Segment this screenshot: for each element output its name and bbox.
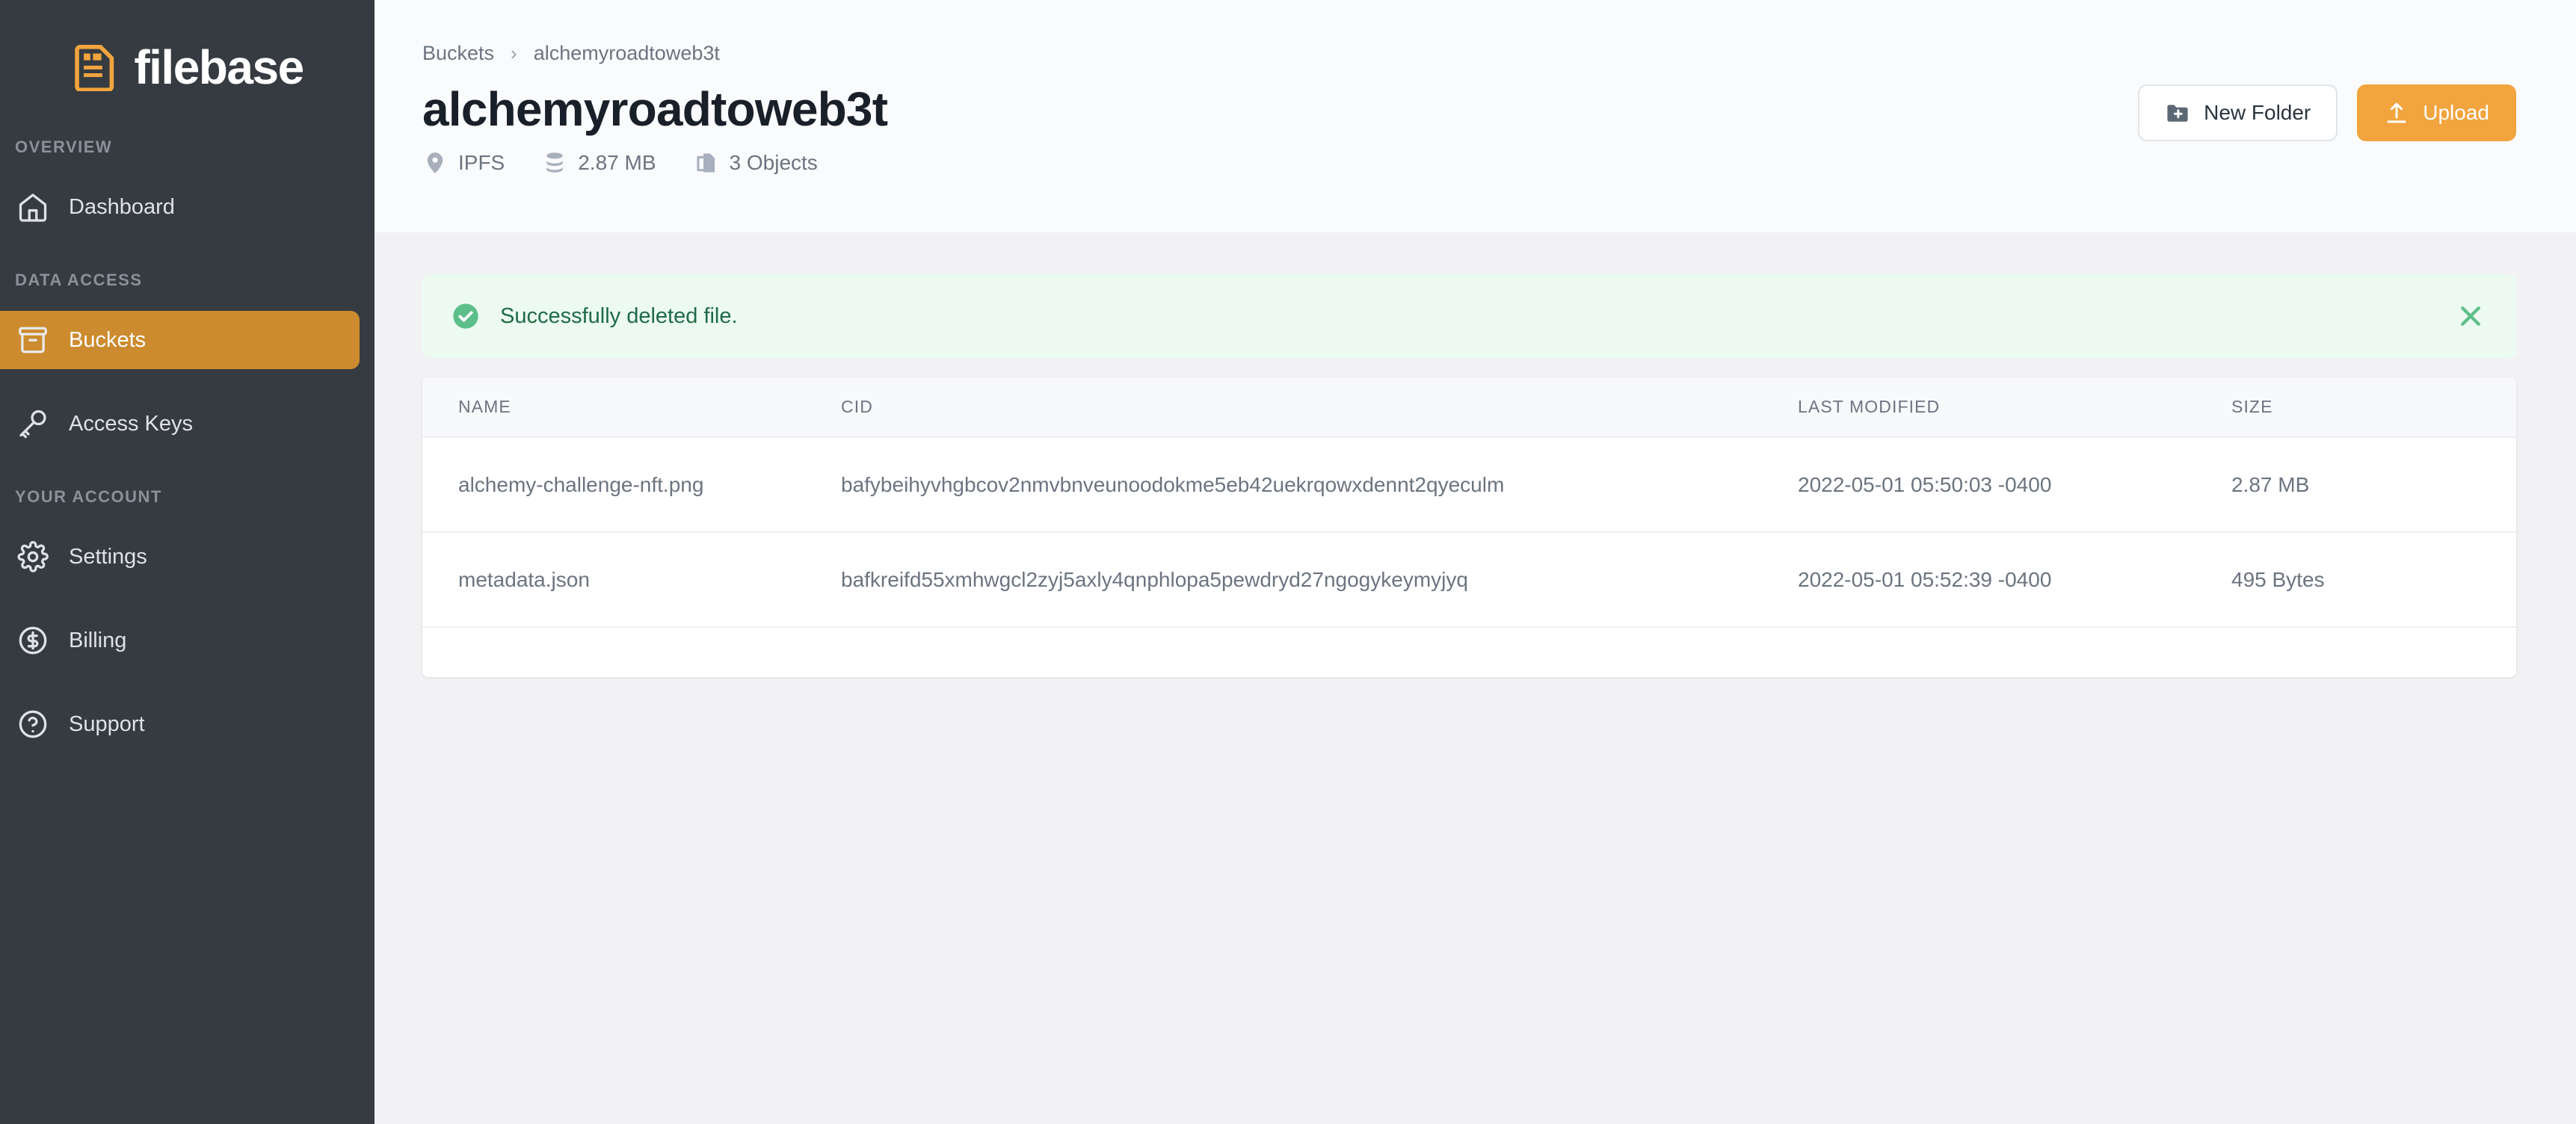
- breadcrumb-item-buckets[interactable]: Buckets: [422, 42, 494, 65]
- folder-plus-icon: [2165, 100, 2190, 126]
- home-icon: [16, 191, 49, 223]
- sidebar-item-settings[interactable]: Settings: [0, 528, 360, 586]
- brand-name: filebase: [134, 40, 304, 94]
- content-area: Successfully deleted file. NAME CID LAST…: [375, 232, 2576, 1124]
- table-footer: [422, 628, 2516, 677]
- new-folder-button[interactable]: New Folder: [2138, 84, 2338, 141]
- location-pin-icon: [422, 150, 448, 176]
- check-circle-icon: [451, 301, 481, 331]
- copy-documents-icon: [694, 150, 719, 176]
- new-folder-label: New Folder: [2204, 101, 2311, 124]
- dollar-circle-icon: [16, 624, 49, 657]
- bucket-network: IPFS: [422, 150, 505, 176]
- sidebar-item-support[interactable]: Support: [0, 695, 360, 753]
- column-header-name[interactable]: NAME: [422, 377, 841, 438]
- success-alert-message: Successfully deleted file.: [500, 303, 738, 328]
- sidebar-item-dashboard[interactable]: Dashboard: [0, 178, 360, 236]
- header-actions: New Folder Upload: [2138, 84, 2516, 141]
- sidebar-item-billing[interactable]: Billing: [0, 611, 360, 670]
- database-icon: [542, 150, 567, 176]
- breadcrumb: Buckets › alchemyroadtoweb3t: [422, 42, 2516, 65]
- upload-label: Upload: [2423, 101, 2489, 124]
- bucket-size: 2.87 MB: [542, 150, 656, 176]
- column-header-cid[interactable]: CID: [841, 377, 1798, 438]
- table-row[interactable]: alchemy-challenge-nft.png bafybeihyvhgbc…: [422, 437, 2516, 533]
- table-header-row: NAME CID LAST MODIFIED SIZE: [422, 377, 2516, 438]
- sidebar-section-data-access: DATA ACCESS: [15, 271, 143, 289]
- column-header-actions: [2486, 377, 2516, 438]
- bucket-size-label: 2.87 MB: [578, 151, 656, 174]
- sidebar-item-label: Dashboard: [69, 194, 175, 219]
- sidebar-section-your-account: YOUR ACCOUNT: [15, 487, 162, 506]
- sidebar-item-buckets[interactable]: Buckets: [0, 311, 360, 369]
- brand-logo[interactable]: filebase: [0, 31, 375, 94]
- cell-size: 2.87 MB: [2231, 437, 2486, 533]
- table-row[interactable]: metadata.json bafkreifd55xmhwgcl2zyj5axl…: [422, 532, 2516, 628]
- main-content: Buckets › alchemyroadtoweb3t alchemyroad…: [375, 0, 2576, 1124]
- close-icon[interactable]: [2453, 299, 2488, 333]
- page-header: Buckets › alchemyroadtoweb3t alchemyroad…: [375, 0, 2576, 232]
- cell-last-modified: 2022-05-01 05:50:03 -0400: [1798, 437, 2231, 533]
- cell-row-actions[interactable]: [2486, 532, 2516, 628]
- success-alert: Successfully deleted file.: [422, 274, 2516, 358]
- objects-table-card: NAME CID LAST MODIFIED SIZE alchemy-chal…: [422, 377, 2516, 677]
- sidebar-item-label: Support: [69, 711, 145, 736]
- breadcrumb-item-current: alchemyroadtoweb3t: [533, 42, 720, 64]
- cell-cid[interactable]: bafkreifd55xmhwgcl2zyj5axly4qnphlopa5pew…: [841, 532, 1798, 628]
- cell-file-name[interactable]: metadata.json: [422, 532, 841, 628]
- bucket-meta: IPFS 2.87 MB 3 Objects: [422, 150, 2516, 176]
- chevron-right-icon: ›: [511, 42, 517, 64]
- cell-size: 495 Bytes: [2231, 532, 2486, 628]
- gear-icon: [16, 540, 49, 573]
- sidebar-item-label: Billing: [69, 628, 127, 652]
- app-root: filebase OVERVIEW Dashboard DATA ACCESS: [0, 0, 2576, 1124]
- sidebar: filebase OVERVIEW Dashboard DATA ACCESS: [0, 0, 375, 1124]
- sidebar-item-label: Buckets: [69, 327, 147, 352]
- question-circle-icon: [16, 708, 49, 741]
- cell-cid[interactable]: bafybeihyvhgbcov2nmvbnveunoodokme5eb42ue…: [841, 437, 1798, 533]
- bucket-object-count-label: 3 Objects: [729, 151, 818, 174]
- cell-file-name[interactable]: alchemy-challenge-nft.png: [422, 437, 841, 533]
- table-header: NAME CID LAST MODIFIED SIZE: [422, 377, 2516, 438]
- table-body: alchemy-challenge-nft.png bafybeihyvhgbc…: [422, 437, 2516, 628]
- key-icon: [16, 407, 49, 440]
- sidebar-item-access-keys[interactable]: Access Keys: [0, 395, 360, 453]
- upload-button[interactable]: Upload: [2357, 84, 2516, 141]
- column-header-last-modified[interactable]: LAST MODIFIED: [1798, 377, 2231, 438]
- sidebar-item-label: Access Keys: [69, 411, 193, 436]
- cell-row-actions[interactable]: [2486, 437, 2516, 533]
- cell-last-modified: 2022-05-01 05:52:39 -0400: [1798, 532, 2231, 628]
- archive-box-icon: [16, 324, 49, 356]
- sidebar-section-overview: OVERVIEW: [15, 138, 113, 156]
- bucket-object-count: 3 Objects: [694, 150, 818, 176]
- objects-table: NAME CID LAST MODIFIED SIZE alchemy-chal…: [422, 377, 2516, 628]
- file-document-icon: [71, 43, 119, 92]
- sidebar-item-label: Settings: [69, 544, 147, 569]
- upload-arrow-icon: [2384, 100, 2409, 126]
- column-header-size[interactable]: SIZE: [2231, 377, 2486, 438]
- bucket-network-label: IPFS: [458, 151, 505, 174]
